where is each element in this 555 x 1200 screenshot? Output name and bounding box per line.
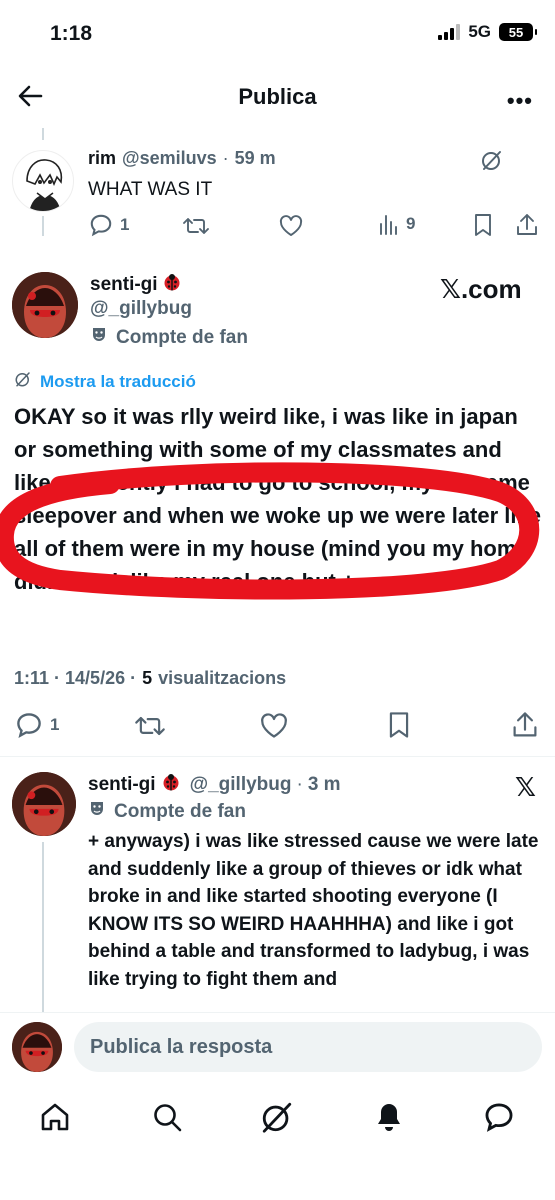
reply-post-text: + anyways) i was like stressed cause we … [88, 831, 539, 990]
reply-count: 1 [120, 215, 130, 234]
home-icon[interactable] [38, 1100, 72, 1134]
author-handle[interactable]: @_gillybug [190, 774, 292, 796]
reply-placeholder: Publica la resposta [90, 1035, 273, 1058]
repost-button[interactable] [182, 214, 210, 238]
avatar-senti-gi[interactable] [12, 772, 76, 836]
divider [0, 1012, 555, 1013]
share-button[interactable] [514, 212, 540, 238]
parent-post-header: rim @semiluvs · 59 m [88, 148, 276, 169]
views-label[interactable]: visualitzacions [158, 668, 286, 689]
translate-link[interactable]: Mostra la traducció [14, 370, 196, 393]
author-name[interactable]: senti-gi [88, 774, 156, 796]
reply-input[interactable]: Publica la resposta [74, 1022, 542, 1072]
post-meta: 1:11 · 14/5/26 · 5 visualitzacions [14, 668, 286, 689]
signal-icon [438, 24, 461, 40]
reply-post-header: senti-gi @_gillybug · 3 m [88, 772, 341, 798]
like-button[interactable] [278, 214, 304, 238]
source-watermark: 𝕏.com [440, 274, 522, 304]
bookmark-button[interactable] [472, 212, 494, 238]
fan-badge: Compte de fan [90, 326, 248, 350]
grok-icon[interactable] [480, 148, 504, 172]
main-author-row: senti-gi [90, 272, 182, 297]
views-number: 5 [142, 668, 153, 688]
avatar-senti-gi[interactable] [12, 272, 78, 338]
author-name[interactable]: rim [88, 148, 116, 169]
grok-icon [14, 370, 32, 393]
reply-button[interactable]: 1 [14, 710, 59, 740]
ladybug-emoji-icon [161, 772, 181, 798]
theater-masks-icon [90, 326, 108, 350]
divider [0, 756, 555, 757]
repost-button[interactable] [134, 712, 166, 740]
notifications-bell-icon[interactable] [372, 1100, 406, 1134]
status-indicators: 5G 55 [438, 22, 537, 42]
view-count: 9 [406, 214, 416, 233]
author-name[interactable]: senti-gi [90, 274, 158, 296]
fan-badge: Compte de fan [88, 800, 246, 824]
x-logo-icon: 𝕏 [515, 772, 536, 802]
reply-count: 1 [50, 715, 60, 734]
red-highlight-scribble [0, 462, 540, 600]
page-title: Publica [238, 84, 317, 109]
parent-post-text: WHAT WAS IT [88, 179, 213, 200]
translate-label: Mostra la traducció [40, 371, 196, 391]
post-time: 3 m [307, 774, 341, 795]
theater-masks-icon [88, 800, 106, 824]
avatar-rim[interactable] [12, 150, 74, 212]
my-avatar[interactable] [12, 1022, 62, 1072]
share-button[interactable] [510, 710, 540, 740]
ladybug-emoji-icon [162, 272, 182, 297]
reply-button[interactable]: 1 [88, 212, 129, 238]
author-handle[interactable]: @_gillybug [90, 298, 192, 320]
thread-line-bottom [42, 842, 44, 1012]
battery-icon: 55 [499, 23, 537, 41]
grok-icon[interactable] [260, 1100, 294, 1134]
thread-line-top [42, 128, 44, 140]
fan-badge-label: Compte de fan [114, 801, 246, 822]
messages-icon[interactable] [482, 1100, 516, 1134]
post-timestamp: 1:11 · 14/5/26 · [14, 668, 137, 688]
bookmark-button[interactable] [386, 710, 412, 740]
fan-badge-label: Compte de fan [116, 327, 248, 348]
thread-line-mid [42, 216, 44, 236]
author-handle[interactable]: @semiluvs [122, 148, 217, 169]
like-button[interactable] [258, 712, 290, 740]
search-icon[interactable] [150, 1100, 184, 1134]
more-options-icon[interactable]: ••• [507, 88, 533, 114]
status-time: 1:18 [50, 22, 93, 45]
network-label: 5G [468, 22, 491, 41]
post-time: 59 m [234, 148, 276, 168]
views-button[interactable]: 9 [378, 212, 415, 236]
